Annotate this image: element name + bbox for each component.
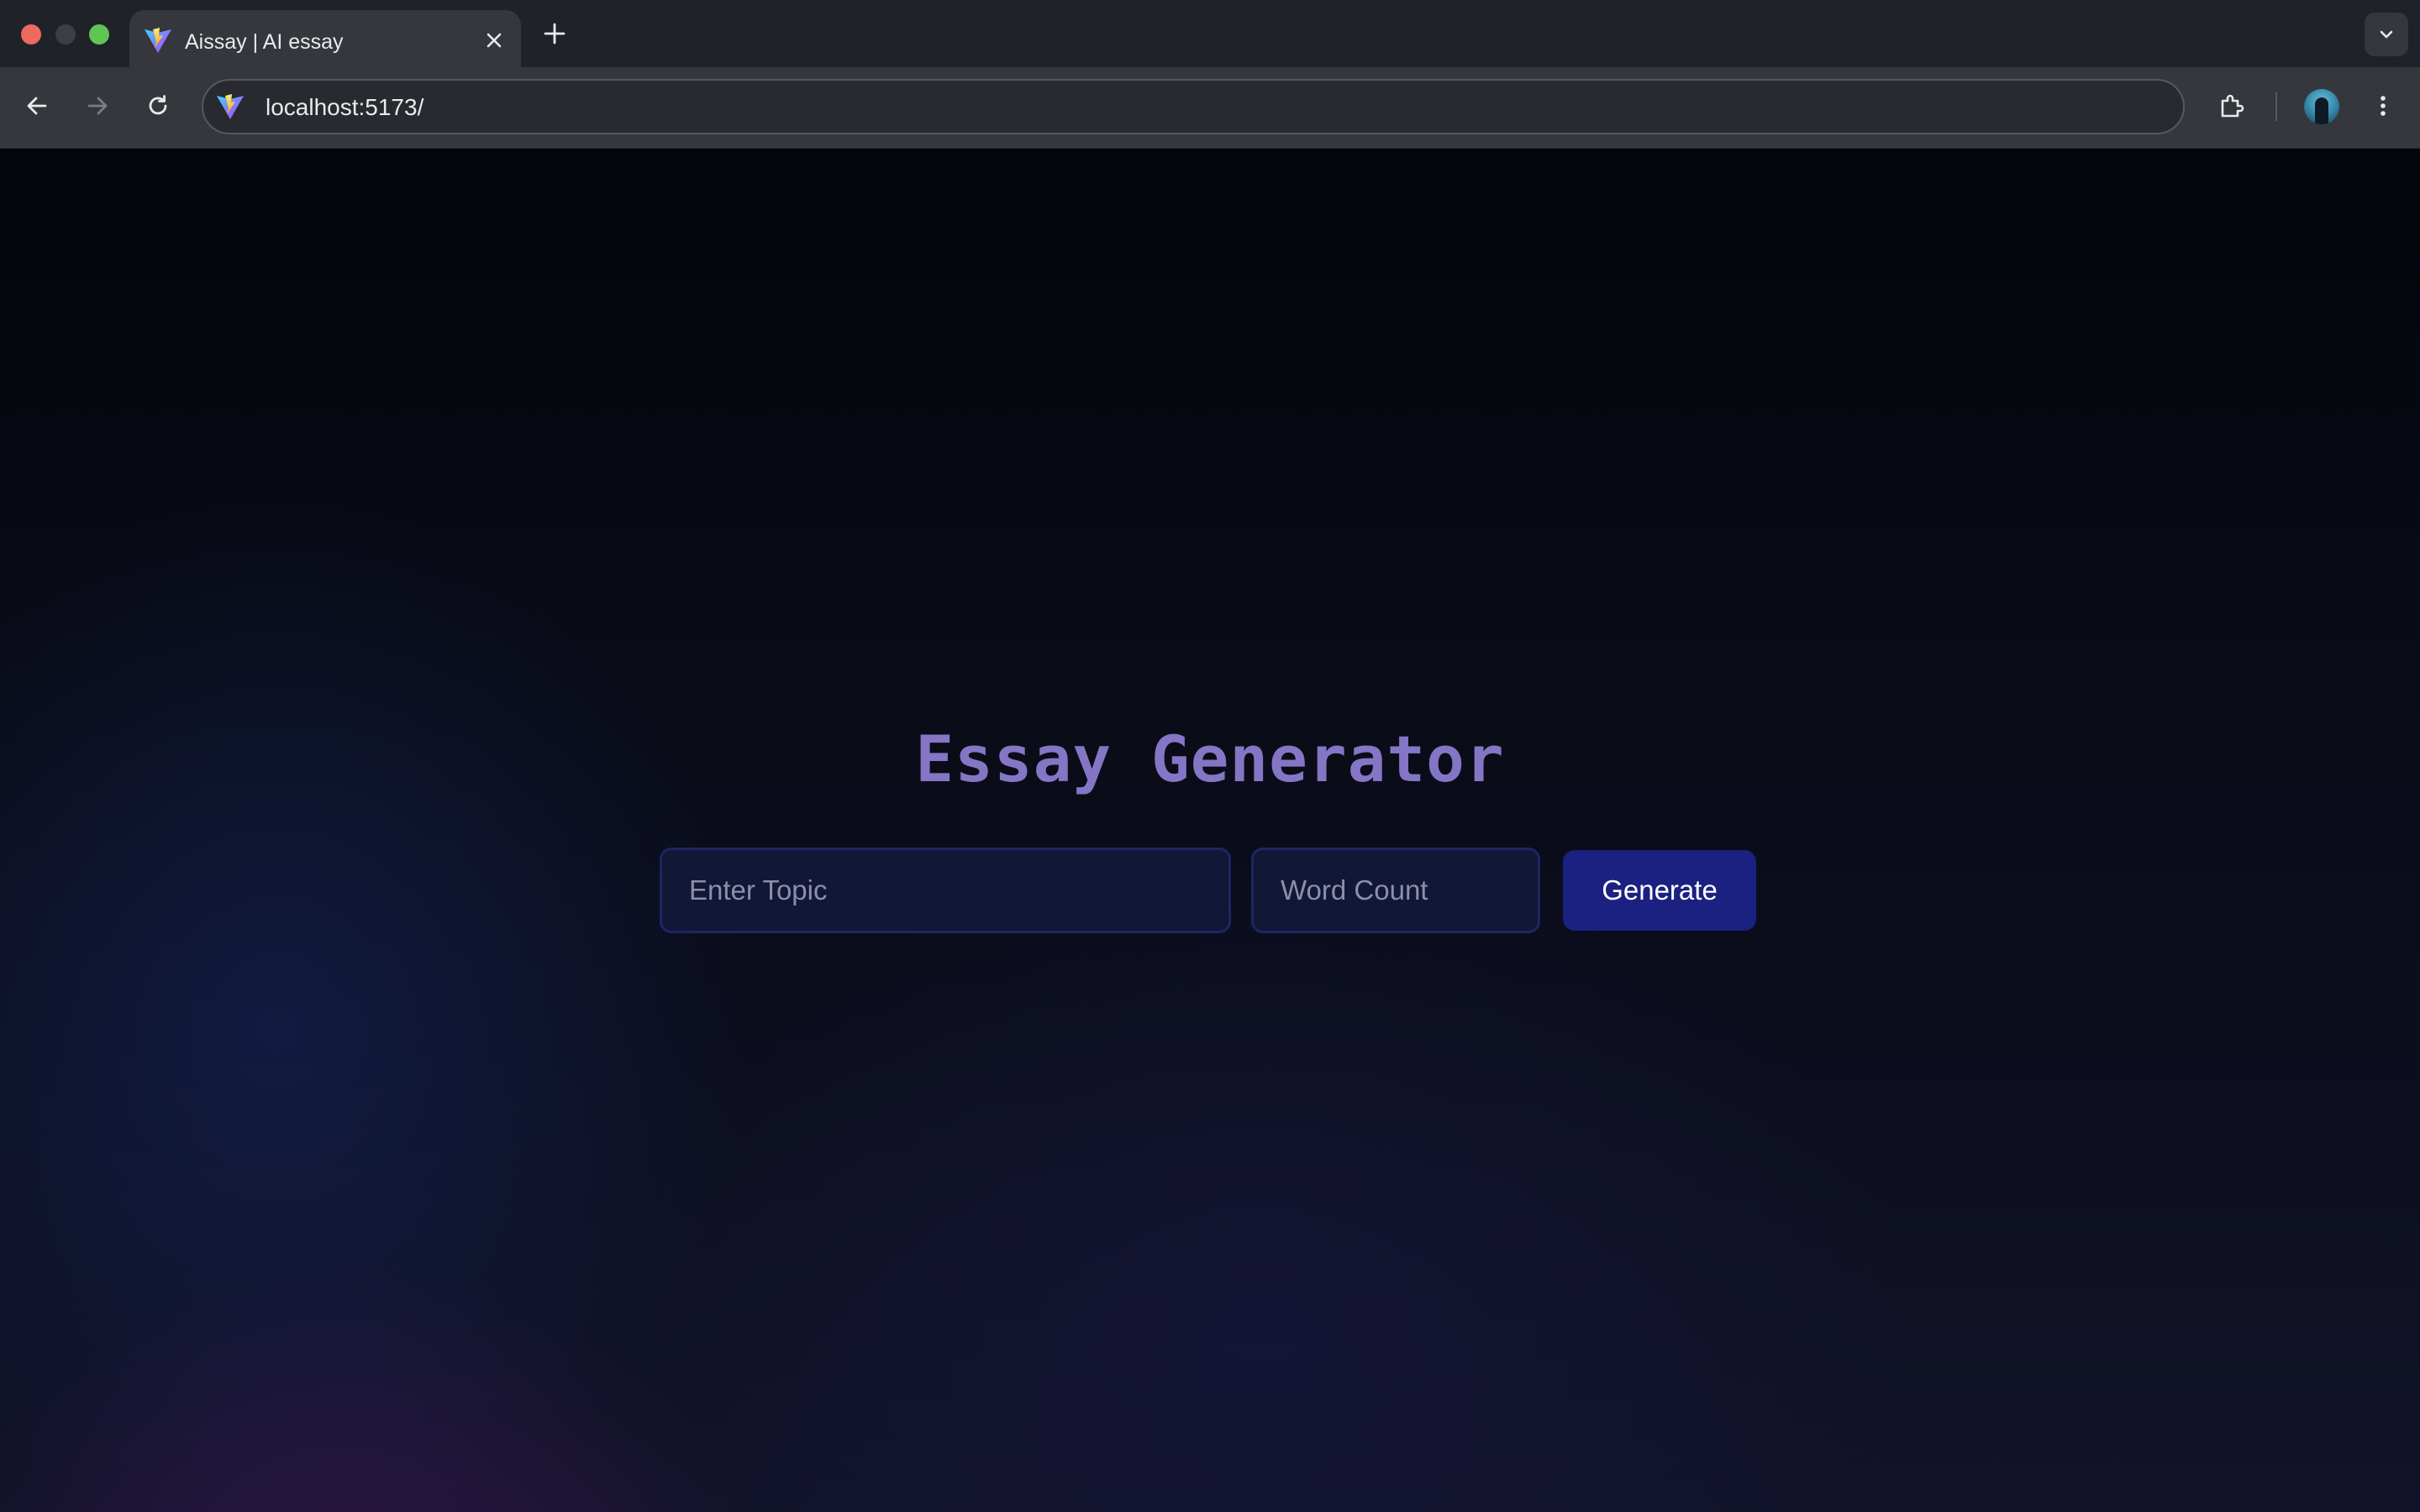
chevron-down-icon [2380,30,2393,39]
close-icon[interactable] [481,27,508,54]
back-button[interactable] [17,86,57,126]
reload-button[interactable] [138,86,178,126]
tab-search-button[interactable] [2365,13,2408,56]
avatar[interactable] [2304,89,2339,124]
page-title: Essay Generator [915,722,1505,796]
word-count-input[interactable] [1251,848,1540,933]
window-close-button[interactable] [21,24,41,45]
extensions-button[interactable] [2212,86,2252,126]
address-bar[interactable]: localhost:5173/ [202,79,2185,134]
puzzle-icon [2221,94,2244,118]
window-maximize-button[interactable] [89,24,109,45]
page-viewport: Essay Generator Generate [0,149,2420,1512]
browser-tab-bar: Aissay | AI essay [0,0,2420,67]
tab-title: Aissay | AI essay [185,30,344,54]
address-url[interactable]: localhost:5173/ [266,94,424,121]
new-tab-button[interactable] [539,18,570,49]
browser-toolbar: localhost:5173/ [0,67,2420,149]
arrow-left-icon [27,97,47,115]
window-minimize-button[interactable] [55,24,76,45]
vite-logo-icon [145,28,171,53]
plus-icon [544,23,566,45]
topic-input[interactable] [660,848,1231,933]
forward-button[interactable] [77,86,118,126]
browser-menu-button[interactable] [2363,86,2403,126]
generate-button[interactable]: Generate [1563,850,1756,931]
toolbar-divider [2275,92,2277,121]
browser-tab[interactable]: Aissay | AI essay [129,10,521,67]
arrow-right-icon [87,97,108,115]
reload-icon [149,95,167,115]
kebab-menu-icon [2381,96,2386,116]
site-info-icon[interactable] [215,92,245,122]
